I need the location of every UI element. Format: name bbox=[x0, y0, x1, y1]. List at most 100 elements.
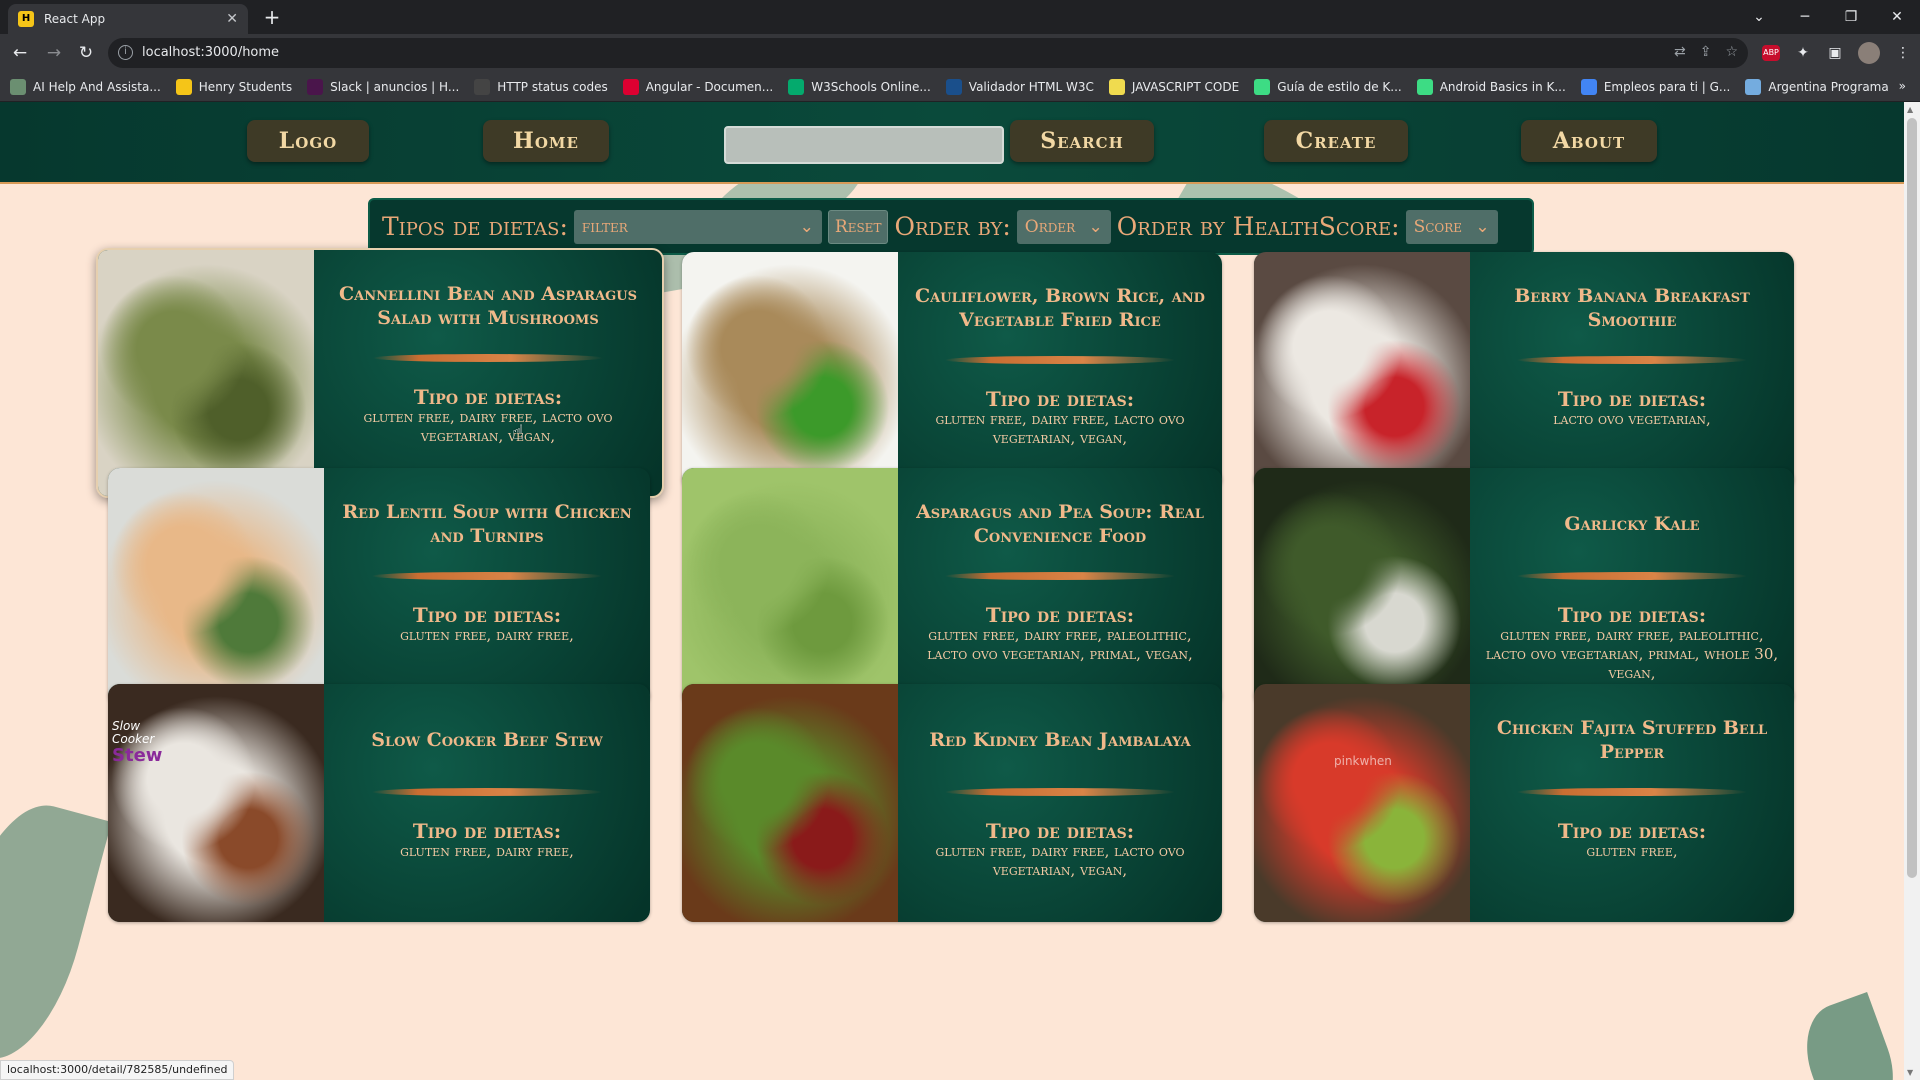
address-bar[interactable]: i localhost:3000/home ⇄ ⇪ ☆ bbox=[108, 38, 1748, 68]
diet-label: Tipo de dietas: bbox=[1557, 387, 1707, 411]
bookmark-item[interactable]: Android Basics in K... bbox=[1416, 78, 1566, 95]
adblock-icon[interactable]: ABP bbox=[1762, 45, 1780, 61]
bookmark-item[interactable]: AI Help And Assista... bbox=[10, 78, 161, 95]
search-input[interactable] bbox=[724, 126, 1004, 164]
restore-icon[interactable]: ❐ bbox=[1828, 0, 1874, 34]
recipe-card[interactable]: Cauliflower, Brown Rice, and Vegetable F… bbox=[682, 252, 1222, 490]
bookmark-item[interactable]: JAVASCRIPT CODE bbox=[1108, 78, 1239, 95]
bookmark-label: HTTP status codes bbox=[497, 79, 608, 94]
recipe-title[interactable]: Chicken Fajita Stuffed Bell Pepper bbox=[1480, 684, 1784, 784]
bookmark-favicon-icon bbox=[474, 78, 491, 95]
browser-tabbar: H React App ✕ + ⌄ ─ ❐ ✕ bbox=[0, 0, 1920, 34]
reload-icon[interactable]: ↻ bbox=[74, 41, 98, 65]
recipe-card[interactable]: Berry Banana Breakfast Smoothie Tipo de d… bbox=[1254, 252, 1794, 490]
extensions-icon[interactable]: ✦ bbox=[1794, 45, 1812, 61]
recipe-title[interactable]: Red Kidney Bean Jambalaya bbox=[929, 684, 1190, 784]
recipe-image[interactable]: Slow Cooker Stew bbox=[108, 684, 324, 922]
recipe-card[interactable]: Cannellini Bean and Asparagus Salad with… bbox=[96, 248, 664, 498]
bookmark-label: Validador HTML W3C bbox=[968, 79, 1094, 94]
recipe-image[interactable] bbox=[98, 250, 314, 496]
react-app-favicon-icon: H bbox=[18, 11, 34, 27]
bookmark-favicon-icon bbox=[1416, 78, 1433, 95]
browser-toolbar: ← → ↻ i localhost:3000/home ⇄ ⇪ ☆ ABP ✦ … bbox=[0, 34, 1920, 72]
diet-filter-label: Tipos de dietas: bbox=[382, 212, 568, 241]
recipe-title[interactable]: Cannellini Bean and Asparagus Salad with… bbox=[324, 250, 652, 350]
filter-bar: Tipos de dietas: filter ⌄ Reset Order by… bbox=[368, 198, 1534, 255]
scrollbar-thumb[interactable] bbox=[1907, 118, 1917, 878]
bookmark-item[interactable]: Henry Students bbox=[175, 78, 292, 95]
bookmark-item[interactable]: HTTP status codes bbox=[474, 78, 608, 95]
bookmark-item[interactable]: Argentina Programa bbox=[1745, 78, 1889, 95]
recipe-image[interactable] bbox=[1254, 468, 1470, 706]
tab-close-icon[interactable]: ✕ bbox=[226, 11, 238, 27]
recipe-card[interactable]: Garlicky Kale Tipo de dietas: gluten free,… bbox=[1254, 468, 1794, 706]
bookmark-item[interactable]: W3Schools Online... bbox=[788, 78, 931, 95]
address-url[interactable]: localhost:3000/home bbox=[142, 45, 279, 60]
recipe-title[interactable]: Garlicky Kale bbox=[1564, 468, 1699, 568]
back-icon[interactable]: ← bbox=[8, 41, 32, 65]
recipe-title[interactable]: Slow Cooker Beef Stew bbox=[371, 684, 602, 784]
leaf-decoration bbox=[1791, 991, 1904, 1080]
bookmark-item[interactable]: Empleos para ti | G... bbox=[1580, 78, 1730, 95]
recipe-card[interactable]: Asparagus and Pea Soup: Real Convenience… bbox=[682, 468, 1222, 706]
browser-tab[interactable]: H React App ✕ bbox=[8, 4, 248, 34]
bookmark-item[interactable]: Validador HTML W3C bbox=[945, 78, 1094, 95]
side-panel-icon[interactable]: ▣ bbox=[1826, 45, 1844, 61]
minimize-icon[interactable]: ─ bbox=[1782, 0, 1828, 34]
recipe-title[interactable]: Berry Banana Breakfast Smoothie bbox=[1480, 252, 1784, 352]
home-button[interactable]: Home bbox=[483, 120, 609, 162]
recipe-card[interactable]: Red Kidney Bean Jambalaya Tipo de dietas:… bbox=[682, 684, 1222, 922]
translate-icon[interactable]: ⇄ bbox=[1674, 44, 1686, 60]
new-tab-button[interactable]: + bbox=[260, 5, 284, 29]
recipe-image[interactable] bbox=[682, 252, 898, 490]
brush-stroke-divider bbox=[372, 788, 602, 796]
recipe-card[interactable]: pinkwhen Chicken Fajita Stuffed Bell Pepp… bbox=[1254, 684, 1794, 922]
close-window-icon[interactable]: ✕ bbox=[1874, 0, 1920, 34]
bookmark-item[interactable]: Slack | anuncios | H... bbox=[307, 78, 459, 95]
share-icon[interactable]: ⇪ bbox=[1700, 44, 1712, 60]
page-scrollbar[interactable]: ▲ ▼ bbox=[1904, 102, 1920, 1080]
bookmark-item[interactable]: Guía de estilo de K... bbox=[1254, 78, 1402, 95]
tab-search-icon[interactable]: ⌄ bbox=[1736, 0, 1782, 34]
diet-label: Tipo de dietas: bbox=[1557, 819, 1707, 843]
search-button[interactable]: Search bbox=[1010, 120, 1154, 162]
recipe-image[interactable] bbox=[682, 684, 898, 922]
brush-stroke-divider bbox=[945, 572, 1175, 580]
recipe-title[interactable]: Asparagus and Pea Soup: Real Convenience… bbox=[908, 468, 1212, 568]
healthscore-value: Score bbox=[1413, 216, 1463, 237]
recipe-image[interactable] bbox=[1254, 252, 1470, 490]
bookmarks-overflow-icon[interactable]: » bbox=[1899, 79, 1906, 93]
order-select[interactable]: Order ⌄ bbox=[1016, 209, 1111, 244]
bookmark-item[interactable]: Angular - Documen... bbox=[622, 78, 773, 95]
bookmark-star-icon[interactable]: ☆ bbox=[1725, 44, 1738, 60]
bookmark-label: W3Schools Online... bbox=[811, 79, 931, 94]
link-status-bar: localhost:3000/detail/782585/undefined bbox=[0, 1060, 235, 1080]
image-watermark: pinkwhen bbox=[1334, 754, 1392, 768]
recipe-image[interactable]: pinkwhen bbox=[1254, 684, 1470, 922]
about-button[interactable]: About bbox=[1521, 120, 1657, 162]
diet-filter-value: filter bbox=[581, 216, 628, 237]
recipe-image[interactable] bbox=[108, 468, 324, 706]
healthscore-select[interactable]: Score ⌄ bbox=[1405, 209, 1498, 244]
scroll-up-icon[interactable]: ▲ bbox=[1907, 105, 1913, 114]
reset-button[interactable]: Reset bbox=[827, 209, 889, 244]
diet-list: gluten free, dairy free, lacto ovo veget… bbox=[935, 842, 1185, 879]
logo-button[interactable]: Logo bbox=[247, 120, 369, 162]
diet-list: gluten free, bbox=[1586, 842, 1678, 860]
recipe-title[interactable]: Red Lentil Soup with Chicken and Turnips bbox=[334, 468, 640, 568]
forward-icon[interactable]: → bbox=[42, 41, 66, 65]
menu-kebab-icon[interactable]: ⋮ bbox=[1894, 45, 1912, 61]
recipe-image[interactable] bbox=[682, 468, 898, 706]
profile-avatar[interactable] bbox=[1858, 42, 1880, 64]
diet-filter-select[interactable]: filter ⌄ bbox=[573, 209, 822, 244]
scroll-down-icon[interactable]: ▼ bbox=[1907, 1068, 1913, 1077]
recipe-card[interactable]: Red Lentil Soup with Chicken and Turnips… bbox=[108, 468, 650, 706]
recipe-title[interactable]: Cauliflower, Brown Rice, and Vegetable F… bbox=[908, 252, 1212, 352]
brush-stroke-divider bbox=[945, 356, 1175, 364]
site-info-icon[interactable]: i bbox=[118, 45, 133, 60]
diet-label: Tipo de dietas: bbox=[1557, 603, 1707, 627]
brush-stroke-divider bbox=[373, 354, 603, 362]
recipe-card[interactable]: Slow Cooker Stew Slow Cooker Beef Stew Tipo … bbox=[108, 684, 650, 922]
create-button[interactable]: Create bbox=[1264, 120, 1408, 162]
bookmark-favicon-icon bbox=[788, 78, 805, 95]
